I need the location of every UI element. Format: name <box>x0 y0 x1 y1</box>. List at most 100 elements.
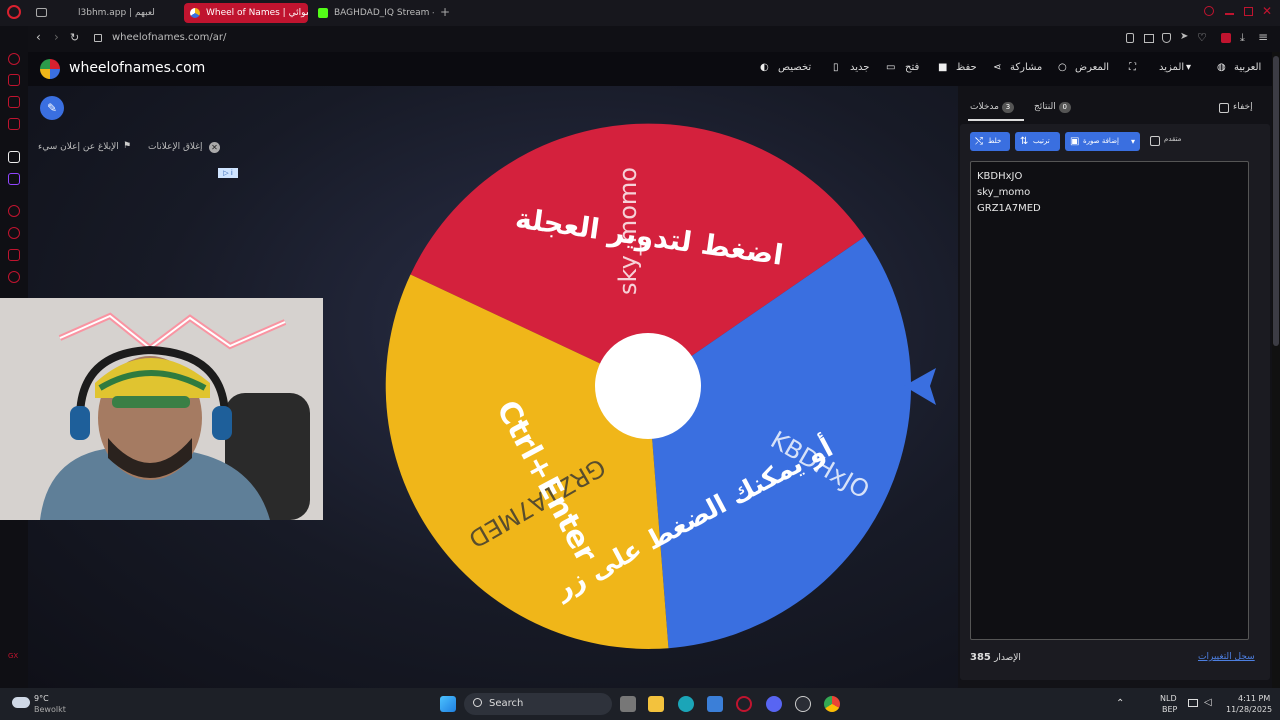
extensions-icon[interactable] <box>8 249 20 261</box>
nav-gallery[interactable]: المعرض <box>1075 62 1109 73</box>
steam-icon[interactable] <box>795 696 811 712</box>
screenshot-icon[interactable] <box>1144 34 1154 43</box>
search-tabs-icon[interactable] <box>1204 6 1214 16</box>
changelog-link[interactable]: سجل التغييرات <box>1198 652 1255 662</box>
shopping-icon[interactable] <box>8 74 20 86</box>
address-bar: ‹ › ↻ wheelofnames.com/ar/ ➤ ♡ ⤓ ≡ <box>28 26 1280 52</box>
nav-open[interactable]: فتح <box>905 62 919 73</box>
page-scrollbar[interactable] <box>1272 52 1280 688</box>
task-view-icon[interactable] <box>620 696 636 712</box>
nav-language[interactable]: العربية <box>1234 62 1261 73</box>
tab-wheel-of-names[interactable]: Wheel of Names | عشوائي <box>184 3 308 23</box>
entry-line: sky_momo <box>977 187 1031 198</box>
taskbar-search[interactable]: Search <box>464 693 612 715</box>
lang-bottom[interactable]: BEP <box>1162 705 1177 714</box>
hide-checkbox[interactable] <box>1219 103 1229 113</box>
send-icon[interactable]: ➤ <box>1180 31 1188 42</box>
image-icon: ▣ <box>1070 136 1080 147</box>
tab-entries[interactable]: مدخلات 3 <box>970 102 1014 113</box>
tab-results-label: النتائج <box>1034 102 1056 112</box>
opera-logo-icon[interactable] <box>7 5 21 19</box>
sort-icon: ⇅ <box>1020 136 1029 147</box>
weather-desc[interactable]: Bewolkt <box>34 705 66 714</box>
shuffle-icon: ⤭ <box>975 136 983 147</box>
gx-icon[interactable]: GX <box>8 652 18 660</box>
tab-entries-label: مدخلات <box>970 102 999 112</box>
nav-new[interactable]: جديد <box>850 62 869 73</box>
forward-icon[interactable]: › <box>54 30 59 44</box>
wheel-center[interactable] <box>595 333 701 439</box>
settings-icon[interactable] <box>8 271 20 283</box>
speaker-icon[interactable]: ◁ <box>1204 697 1212 708</box>
scrollbar-thumb[interactable] <box>1273 56 1279 346</box>
advanced-checkbox[interactable] <box>1150 136 1160 146</box>
add-image-button[interactable]: ▣ إضافة صورة ▾ <box>1065 132 1140 151</box>
history-icon[interactable] <box>8 227 20 239</box>
globe-icon: ◍ <box>1217 62 1226 73</box>
chevron-up-icon[interactable]: ⌃ <box>1116 698 1124 709</box>
tab-kick-stream[interactable]: BAGHDAD_IQ Stream - W <box>312 3 434 23</box>
clock-time[interactable]: 4:11 PM <box>1238 694 1270 703</box>
close-window-button[interactable]: ✕ <box>1262 4 1272 18</box>
reload-icon[interactable]: ↻ <box>70 31 79 44</box>
download-icon[interactable]: ⤓ <box>1240 31 1245 45</box>
x-app-icon[interactable] <box>8 151 20 163</box>
sort-button[interactable]: ⇅ ترتيب <box>1015 132 1060 151</box>
aria-icon[interactable] <box>8 53 20 65</box>
taskbar: 9°C Bewolkt Search ⌃ NLD BEP ◁ 4:11 PM 1… <box>0 688 1280 720</box>
clock-date[interactable]: 11/28/2025 <box>1226 705 1272 714</box>
opera-gx-icon[interactable] <box>736 696 752 712</box>
windows-start-icon[interactable] <box>440 696 456 712</box>
nav-customize[interactable]: تخصيص <box>778 62 811 73</box>
player-icon[interactable] <box>8 205 20 217</box>
hide-label: إخفاء <box>1233 102 1253 112</box>
pin-icon[interactable] <box>1126 33 1134 43</box>
fullscreen-icon[interactable]: ⛶ <box>1129 63 1139 73</box>
lock-icon <box>94 34 102 42</box>
tab-results[interactable]: النتائج 0 <box>1034 102 1071 113</box>
search-placeholder: Search <box>489 698 524 709</box>
nav-save[interactable]: حفظ <box>956 62 977 73</box>
browser-tab-bar: l3bhm.app | لعبهم Wheel of Names | عشوائ… <box>0 0 1280 26</box>
add-image-label: إضافة صورة <box>1083 137 1119 145</box>
site-name[interactable]: wheelofnames.com <box>69 60 205 76</box>
menu-icon[interactable]: ≡ <box>1258 30 1268 44</box>
advanced-label: متقدم <box>1164 135 1182 143</box>
chevron-down-icon: ▾ <box>1186 62 1192 73</box>
tab-overview-icon[interactable] <box>36 8 47 17</box>
discord-icon[interactable] <box>766 696 782 712</box>
shuffle-button[interactable]: ⤭ خلط <box>970 132 1010 151</box>
version-number: 385 <box>970 652 991 663</box>
store-icon[interactable] <box>707 696 723 712</box>
nav-share[interactable]: مشاركة <box>1010 62 1042 73</box>
weather-temp[interactable]: 9°C <box>34 694 49 703</box>
back-icon[interactable]: ‹ <box>36 30 41 44</box>
heart-icon[interactable]: ♡ <box>1197 31 1207 44</box>
url-field[interactable]: wheelofnames.com/ar/ <box>112 32 226 43</box>
entries-panel: مدخلات 3 النتائج 0 إخفاء ⤭ خلط ⇅ ترتيب ▣ إضاف… <box>958 86 1272 688</box>
new-tab-button[interactable]: + <box>440 5 450 19</box>
file-explorer-icon[interactable] <box>648 696 664 712</box>
messenger-icon[interactable] <box>8 96 20 108</box>
version-label: الإصدار <box>994 653 1021 663</box>
shield-icon[interactable] <box>1162 33 1171 43</box>
mail-icon[interactable] <box>8 118 20 130</box>
webcam-overlay <box>0 298 323 520</box>
search-icon: ○ <box>1058 62 1067 73</box>
edge-icon[interactable] <box>678 696 694 712</box>
entries-textarea[interactable]: KBDHxJO sky_momo GRZ1A7MED <box>970 161 1249 640</box>
lang-top[interactable]: NLD <box>1160 694 1177 703</box>
chevron-down-icon: ▾ <box>1130 137 1135 146</box>
maximize-button[interactable] <box>1244 7 1253 16</box>
network-icon[interactable] <box>1188 699 1198 707</box>
chrome-icon[interactable] <box>824 696 840 712</box>
search-icon <box>473 698 482 707</box>
tab-l3bhm[interactable]: l3bhm.app | لعبهم <box>56 3 180 23</box>
nav-more[interactable]: المزيد <box>1159 62 1184 73</box>
folder-icon: ▭ <box>886 62 896 73</box>
twitch-icon[interactable] <box>8 173 20 185</box>
site-logo-icon[interactable] <box>40 59 60 79</box>
palette-icon: ◐ <box>760 62 769 73</box>
minimize-button[interactable] <box>1225 13 1234 15</box>
wallet-icon[interactable] <box>1221 33 1231 43</box>
